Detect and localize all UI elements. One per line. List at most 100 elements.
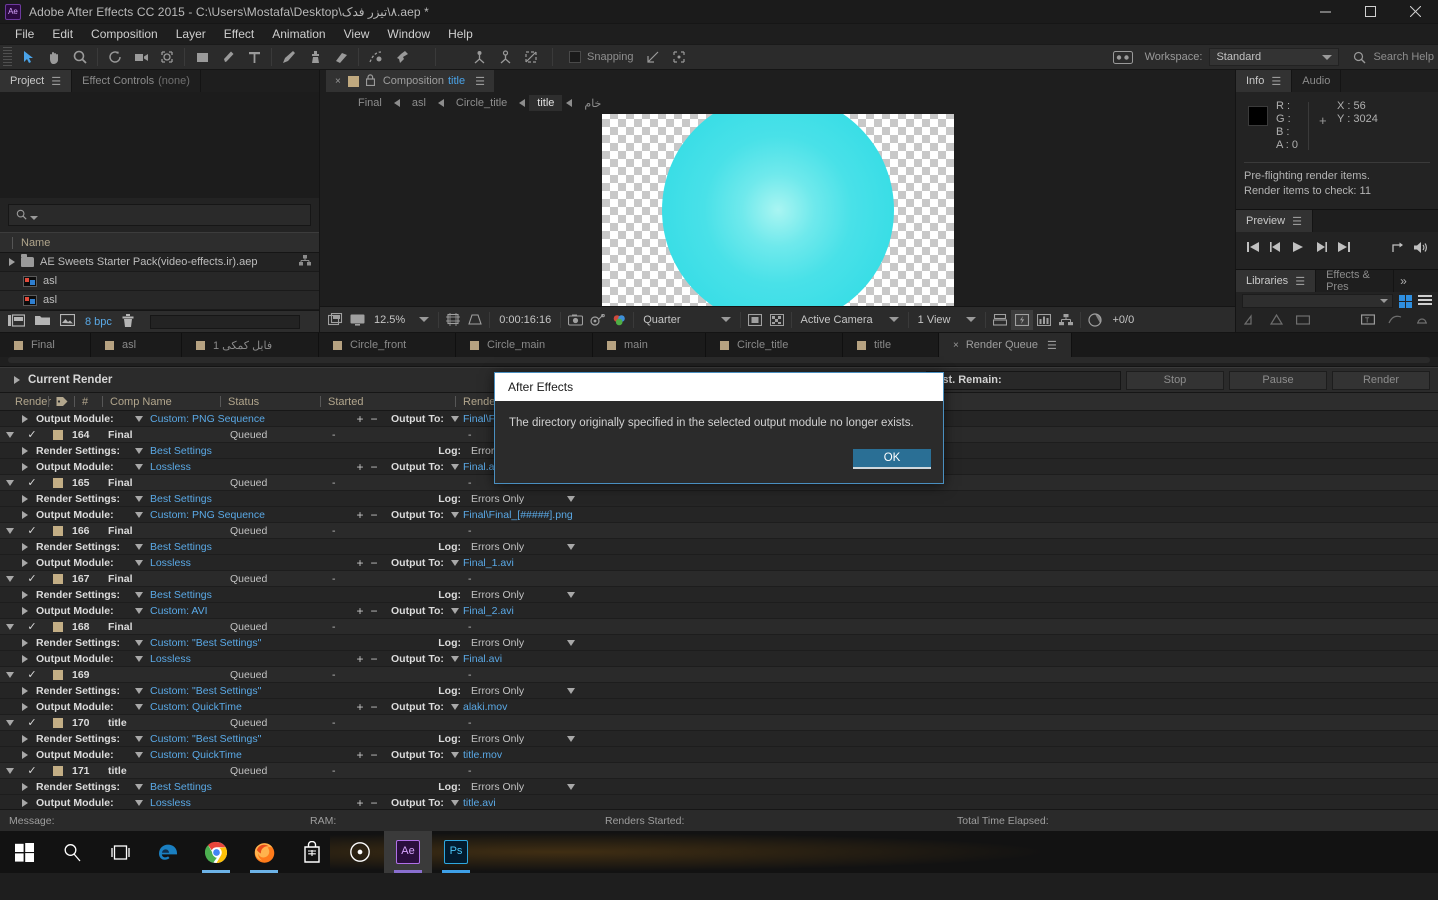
output-module-row[interactable]: Output Module: Custom: PNG Sequence + − Outp… bbox=[0, 507, 1438, 523]
add-output-module-button[interactable]: + bbox=[353, 796, 367, 810]
render-queue-item-row[interactable]: ✓ 171 title Queued - - bbox=[0, 763, 1438, 779]
grid-guides-icon[interactable] bbox=[442, 310, 464, 330]
selection-tool-icon[interactable] bbox=[15, 45, 41, 69]
render-queue-item-row[interactable]: ✓ 167 Final Queued - - bbox=[0, 571, 1438, 587]
output-dropdown-arrow-icon[interactable] bbox=[132, 799, 146, 806]
timeline-tab-render-queue[interactable]: × Render Queue ☰ bbox=[939, 333, 1072, 357]
previous-frame-button[interactable] bbox=[1267, 238, 1286, 256]
comp-flowchart-icon[interactable] bbox=[1055, 310, 1077, 330]
column-status[interactable]: Status bbox=[220, 393, 320, 411]
column-comp-name[interactable]: Comp Name bbox=[102, 393, 220, 411]
render-settings-row[interactable]: Render Settings: Custom: "Best Settings" L… bbox=[0, 731, 1438, 747]
output-module-value[interactable]: Lossless bbox=[146, 461, 353, 473]
expand-arrow-icon[interactable] bbox=[0, 750, 36, 759]
render-queue-item-row[interactable]: ✓ 170 title Queued - - bbox=[0, 715, 1438, 731]
remove-output-module-button[interactable]: − bbox=[367, 652, 381, 666]
output-module-row[interactable]: Output Module: Lossless + − Output To: Final_… bbox=[0, 555, 1438, 571]
render-settings-value[interactable]: Best Settings bbox=[146, 589, 429, 601]
maximize-button[interactable] bbox=[1348, 0, 1393, 24]
fast-previews-icon[interactable] bbox=[1011, 309, 1034, 330]
output-to-value[interactable]: Final_1.avi bbox=[463, 557, 514, 569]
after-effects-button[interactable]: Ae bbox=[384, 831, 432, 873]
timeline-tab-faile-komaki-1[interactable]: فایل کمکی 1 bbox=[182, 333, 319, 357]
project-search-input[interactable] bbox=[8, 204, 311, 226]
camera-dropdown[interactable]: Active Camera bbox=[795, 307, 905, 333]
expand-arrow-icon[interactable] bbox=[0, 606, 36, 615]
output-to-dropdown-arrow-icon[interactable] bbox=[447, 415, 463, 422]
menu-help[interactable]: Help bbox=[439, 25, 482, 43]
expand-arrow-icon[interactable] bbox=[0, 638, 36, 647]
render-checkbox[interactable]: ✓ bbox=[20, 764, 44, 777]
always-preview-icon[interactable] bbox=[324, 310, 346, 330]
output-dropdown-arrow-icon[interactable] bbox=[132, 415, 146, 422]
render-settings-value[interactable]: Best Settings bbox=[146, 541, 429, 553]
rectangle-tool-icon[interactable] bbox=[189, 45, 215, 69]
settings-dropdown-arrow-icon[interactable] bbox=[132, 639, 146, 646]
show-snapshot-icon[interactable] bbox=[586, 310, 608, 330]
add-output-module-button[interactable]: + bbox=[353, 508, 367, 522]
menu-composition[interactable]: Composition bbox=[82, 25, 167, 43]
expand-arrow-icon[interactable] bbox=[0, 414, 36, 423]
expand-arrow-icon[interactable] bbox=[0, 782, 36, 791]
add-output-module-button[interactable]: + bbox=[353, 652, 367, 666]
settings-dropdown-arrow-icon[interactable] bbox=[132, 447, 146, 454]
add-output-module-button[interactable]: + bbox=[353, 556, 367, 570]
add-output-module-button[interactable]: + bbox=[353, 748, 367, 762]
output-to-value[interactable]: Final\Final_[#####].png bbox=[463, 509, 573, 521]
panel-menu-icon[interactable]: ☰ bbox=[1047, 339, 1057, 352]
output-dropdown-arrow-icon[interactable] bbox=[132, 607, 146, 614]
collapse-arrow-icon[interactable] bbox=[0, 575, 20, 582]
timeline-tab-circle-main[interactable]: Circle_main bbox=[456, 333, 593, 357]
log-dropdown-arrow-icon[interactable] bbox=[561, 639, 581, 646]
output-to-value[interactable]: alaki.mov bbox=[463, 701, 507, 713]
panel-menu-icon[interactable]: ☰ bbox=[1271, 75, 1281, 88]
output-dropdown-arrow-icon[interactable] bbox=[132, 511, 146, 518]
output-to-dropdown-arrow-icon[interactable] bbox=[447, 751, 463, 758]
panel-menu-icon[interactable]: ☰ bbox=[1295, 275, 1305, 288]
output-dropdown-arrow-icon[interactable] bbox=[132, 655, 146, 662]
loop-button[interactable] bbox=[1389, 238, 1408, 256]
remove-output-module-button[interactable]: − bbox=[367, 796, 381, 810]
zoom-tool-icon[interactable] bbox=[67, 45, 93, 69]
log-dropdown-arrow-icon[interactable] bbox=[561, 543, 581, 550]
render-queue-item-row[interactable]: ✓ 169 Queued - - bbox=[0, 667, 1438, 683]
expand-arrow-icon[interactable] bbox=[0, 686, 36, 695]
render-settings-row[interactable]: Render Settings: Best Settings Log: Errors … bbox=[0, 539, 1438, 555]
close-icon[interactable]: × bbox=[335, 76, 341, 87]
render-checkbox[interactable]: ✓ bbox=[20, 668, 44, 681]
render-settings-row[interactable]: Render Settings: Best Settings Log: Errors … bbox=[0, 491, 1438, 507]
transparency-grid-icon[interactable] bbox=[766, 310, 788, 330]
log-dropdown-arrow-icon[interactable] bbox=[561, 591, 581, 598]
breadcrumb-item-circle-title[interactable]: Circle_title bbox=[448, 95, 515, 111]
expand-arrow-icon[interactable] bbox=[0, 462, 36, 471]
timeline-tab-circle-front[interactable]: Circle_front bbox=[319, 333, 456, 357]
settings-dropdown-arrow-icon[interactable] bbox=[132, 495, 146, 502]
menu-file[interactable]: File bbox=[6, 25, 43, 43]
project-row-comp-1[interactable]: asl bbox=[0, 272, 319, 291]
output-module-row[interactable]: Output Module: Custom: QuickTime + − Output … bbox=[0, 747, 1438, 763]
palette-icon[interactable] bbox=[1415, 314, 1429, 328]
collapse-arrow-icon[interactable] bbox=[0, 431, 20, 438]
panel-menu-icon[interactable]: ☰ bbox=[1292, 215, 1302, 228]
menu-effect[interactable]: Effect bbox=[215, 25, 263, 43]
resolution-dropdown[interactable]: Quarter bbox=[637, 307, 736, 333]
composition-canvas[interactable] bbox=[601, 114, 954, 306]
output-to-value[interactable]: Final\F bbox=[463, 413, 495, 425]
horizontal-scrollbar[interactable] bbox=[8, 357, 1430, 363]
remove-output-module-button[interactable]: − bbox=[367, 556, 381, 570]
output-module-value[interactable]: Custom: QuickTime bbox=[146, 701, 353, 713]
edge-button[interactable] bbox=[144, 831, 192, 873]
log-value[interactable]: Errors Only bbox=[461, 781, 561, 793]
tab-preview[interactable]: Preview ☰ bbox=[1236, 210, 1313, 232]
render-settings-row[interactable]: Render Settings: Custom: "Best Settings" L… bbox=[0, 683, 1438, 699]
timeline-tab-asl[interactable]: asl bbox=[91, 333, 182, 357]
output-module-row[interactable]: Output Module: Lossless + − Output To: Final.… bbox=[0, 651, 1438, 667]
region-of-interest-icon[interactable] bbox=[464, 310, 486, 330]
breadcrumb-item-final[interactable]: Final bbox=[350, 95, 390, 111]
pan-behind-tool-icon[interactable] bbox=[154, 45, 180, 69]
type-tool-icon[interactable] bbox=[241, 45, 267, 69]
log-value[interactable]: Errors Only bbox=[461, 685, 561, 697]
remove-output-module-button[interactable]: − bbox=[367, 748, 381, 762]
hand-tool-icon[interactable] bbox=[41, 45, 67, 69]
expand-arrow-icon[interactable] bbox=[14, 376, 20, 384]
